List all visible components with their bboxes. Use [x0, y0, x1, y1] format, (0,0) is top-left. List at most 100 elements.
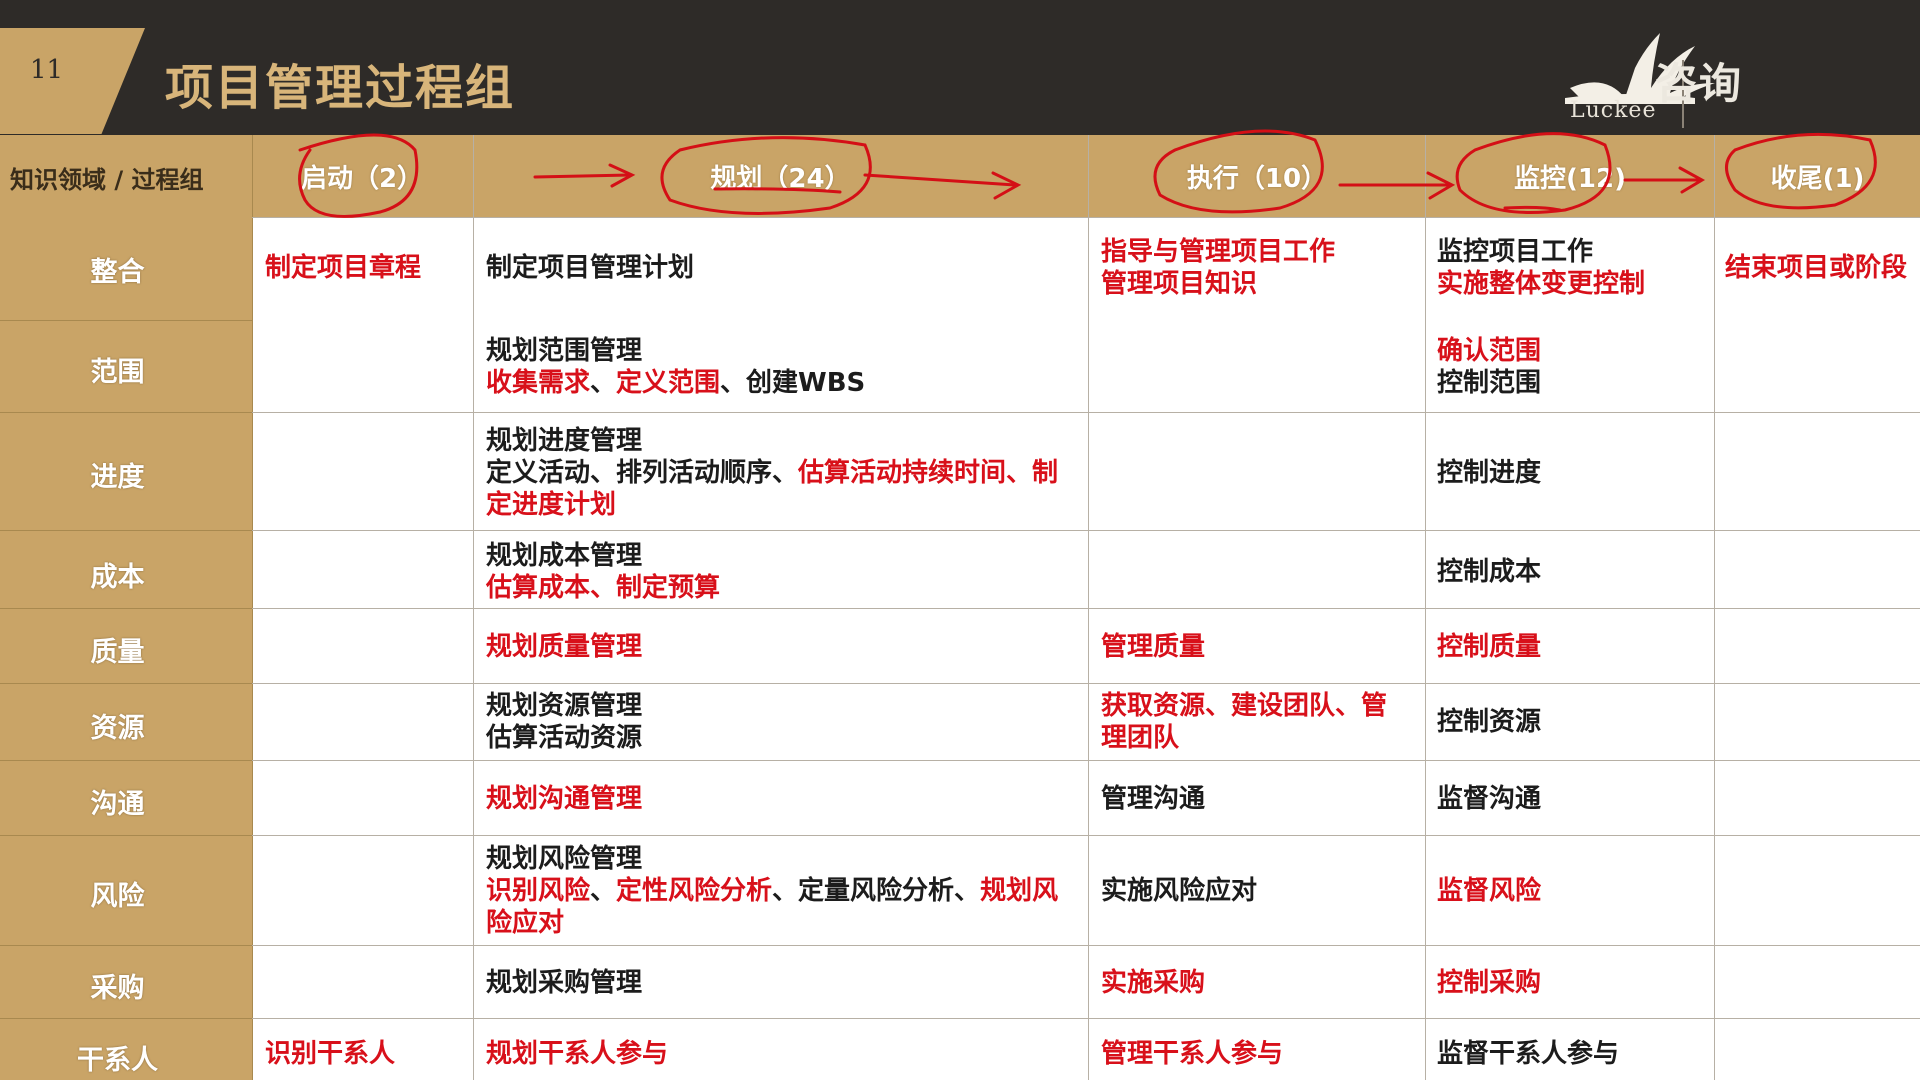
process-item: 指导与管理项目工作 — [1101, 237, 1336, 267]
grid-line — [0, 760, 252, 761]
logo-text: 咨询 — [1655, 59, 1744, 108]
process-cell: 管理质量 — [1101, 631, 1205, 663]
process-item: 控制资源 — [1437, 707, 1542, 737]
process-item: 规划风 — [980, 876, 1059, 906]
process-item: 确认范围 — [1437, 336, 1542, 366]
process-cell: 控制成本 — [1437, 556, 1541, 588]
column-header-monitoring: 监控(12) — [1514, 164, 1626, 194]
row-header-schedule: 进度 — [90, 462, 145, 493]
process-item: 实施风险应对 — [1101, 876, 1258, 906]
page-number: 11 — [30, 55, 64, 85]
process-item: 规划成本管理 — [486, 541, 643, 571]
row-header-risk: 风险 — [90, 881, 145, 912]
row-header-quality: 质量 — [90, 637, 145, 668]
separator: 、 — [590, 876, 617, 906]
process-item: 规划风险管理 — [486, 844, 643, 874]
column-header-executing: 执行（10） — [1186, 164, 1328, 194]
process-item: 定义活动、排列活动顺序、 — [486, 458, 799, 488]
process-cell: 规划质量管理 — [486, 631, 642, 663]
process-cell: 规划成本管理 估算成本、制定预算 — [486, 540, 720, 604]
process-item: 规划范围管理 — [486, 336, 643, 366]
process-cell: 控制资源 — [1437, 706, 1541, 738]
process-cell: 监控项目工作 实施整体变更控制 — [1437, 236, 1645, 300]
grid-line — [0, 320, 252, 321]
process-item: 理团队 — [1101, 723, 1180, 753]
grid-line — [252, 1018, 1920, 1019]
process-item: 规划干系人参与 — [486, 1039, 669, 1069]
process-item: 规划进度管理 — [486, 426, 643, 456]
table-corner-label: 知识领域 / 过程组 — [10, 166, 204, 194]
process-item: 实施整体变更控制 — [1437, 269, 1646, 299]
process-item: 、定量风险分析、 — [772, 876, 981, 906]
process-cell: 管理干系人参与 — [1101, 1038, 1283, 1070]
process-item: 、创建WBS — [720, 368, 866, 398]
grid-line — [0, 1018, 252, 1019]
process-cell: 获取资源、建设团队、管 理团队 — [1101, 690, 1387, 754]
process-cell: 规划干系人参与 — [486, 1038, 668, 1070]
grid-line — [0, 530, 252, 531]
process-item: 监督风险 — [1437, 876, 1542, 906]
process-item: 控制采购 — [1437, 968, 1542, 998]
process-cell: 指导与管理项目工作 管理项目知识 — [1101, 236, 1335, 300]
row-header-communication: 沟通 — [90, 789, 145, 820]
process-item: 规划质量管理 — [486, 632, 643, 662]
grid-line — [0, 683, 252, 684]
process-cell: 控制采购 — [1437, 967, 1541, 999]
process-cell: 规划采购管理 — [486, 967, 642, 999]
process-item: 控制质量 — [1437, 632, 1542, 662]
column-header-initiating: 启动（2） — [300, 164, 424, 194]
column-header-closing: 收尾(1) — [1770, 164, 1865, 194]
process-cell: 识别干系人 — [265, 1038, 395, 1070]
process-cell: 确认范围 控制范围 — [1437, 335, 1541, 399]
process-item: 估算活动资源 — [486, 723, 643, 753]
process-cell: 制定项目管理计划 — [486, 252, 694, 284]
process-item: 实施采购 — [1101, 968, 1206, 998]
process-item: 控制范围 — [1437, 368, 1542, 398]
process-cell: 实施风险应对 — [1101, 875, 1257, 907]
process-cell: 监督干系人参与 — [1437, 1038, 1619, 1070]
process-cell: 制定项目章程 — [265, 252, 421, 284]
process-cell: 监督风险 — [1437, 875, 1541, 907]
process-item: 获取资源、建设团队、管 — [1101, 691, 1388, 721]
process-item: 监控项目工作 — [1437, 237, 1594, 267]
grid-line — [0, 835, 252, 836]
process-item: 估算成本、制定预算 — [486, 573, 721, 603]
row-header-procurement: 采购 — [90, 973, 145, 1004]
process-item: 险应对 — [486, 908, 565, 938]
process-cell: 监督沟通 — [1437, 783, 1541, 815]
grid-line — [252, 835, 1920, 836]
process-item: 控制成本 — [1437, 557, 1542, 587]
process-item: 管理质量 — [1101, 632, 1206, 662]
process-cell: 规划资源管理 估算活动资源 — [486, 690, 642, 754]
process-cell: 控制进度 — [1437, 457, 1541, 489]
grid-line — [0, 945, 252, 946]
process-cell: 管理沟通 — [1101, 783, 1205, 815]
process-item: 定进度计划 — [486, 490, 617, 520]
process-cell: 规划风险管理 识别风险、定性风险分析、定量风险分析、规划风 险应对 — [486, 843, 1058, 939]
process-cell: 规划范围管理 收集需求、定义范围、创建WBS — [486, 335, 865, 399]
grid-line — [0, 412, 252, 413]
column-header-planning: 规划（24） — [710, 164, 851, 194]
row-header-scope: 范围 — [90, 357, 145, 388]
process-cell: 结束项目或阶段 — [1725, 252, 1907, 284]
process-item: 定义范围 — [616, 368, 721, 398]
grid-line — [252, 945, 1920, 946]
grid-line — [252, 760, 1920, 761]
process-item: 制定项目管理计划 — [486, 253, 695, 283]
grid-line — [252, 412, 1920, 413]
process-cell: 规划沟通管理 — [486, 783, 642, 815]
process-cell: 控制质量 — [1437, 631, 1541, 663]
process-item: 规划采购管理 — [486, 968, 643, 998]
grid-line — [252, 217, 1920, 218]
process-cell: 实施采购 — [1101, 967, 1205, 999]
process-item: 收集需求 — [486, 368, 591, 398]
process-item: 结束项目或阶段 — [1725, 253, 1908, 283]
row-header-stakeholder: 干系人 — [77, 1045, 158, 1076]
grid-line — [0, 608, 252, 609]
row-header-cost: 成本 — [90, 562, 145, 593]
process-cell: 规划进度管理 定义活动、排列活动顺序、估算活动持续时间、制 定进度计划 — [486, 425, 1058, 521]
process-item: 制定项目章程 — [265, 253, 422, 283]
process-item: 监督沟通 — [1437, 784, 1542, 814]
slide-title: 项目管理过程组 — [165, 60, 516, 116]
row-header-integration: 整合 — [90, 257, 145, 288]
